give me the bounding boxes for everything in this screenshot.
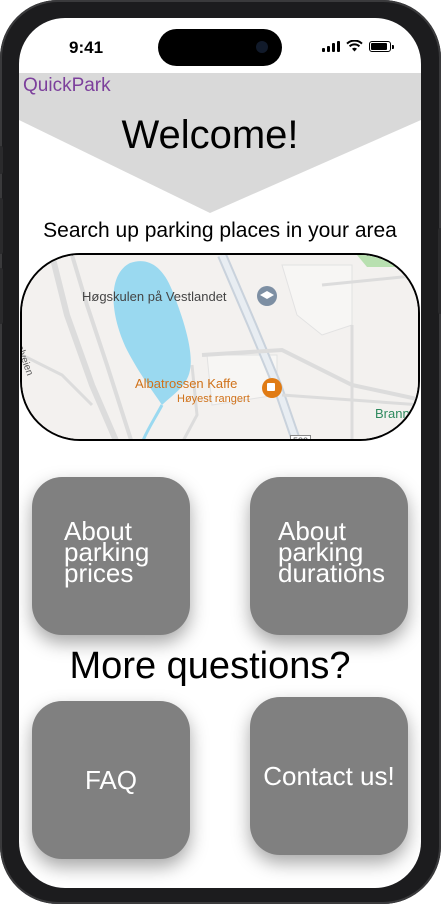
app-screen: 9:41 QuickPark Welcome! Search up parkin…	[19, 18, 421, 888]
map-label-cafe-rating: Høyest rangert	[177, 393, 250, 405]
about-parking-durations-button[interactable]: About parking durations	[250, 477, 408, 635]
about-parking-durations-label: About parking durations	[278, 516, 385, 588]
status-bar: 9:41	[19, 18, 421, 74]
battery-icon	[369, 41, 394, 52]
action-button	[0, 146, 3, 174]
map-label-cafe: Albatrossen Kaffe	[135, 376, 238, 391]
contact-us-label: Contact us!	[263, 760, 395, 791]
volume-down-button	[0, 268, 3, 324]
app-logo[interactable]: QuickPark	[23, 75, 111, 97]
map-label-road-number: 582	[290, 435, 312, 439]
wifi-icon	[346, 40, 363, 52]
cellular-signal-icon	[322, 41, 340, 52]
header: QuickPark Welcome!	[19, 73, 421, 213]
phone-frame: 9:41 QuickPark Welcome! Search up parkin…	[0, 0, 441, 904]
dynamic-island	[158, 29, 282, 66]
page-title: Welcome!	[121, 113, 299, 157]
map-label-college: Høgskulen på Vestlandet	[82, 289, 227, 304]
faq-button[interactable]: FAQ	[32, 701, 190, 859]
status-icons	[322, 40, 394, 52]
status-time: 9:41	[69, 38, 104, 57]
contact-us-button[interactable]: Contact us!	[250, 697, 408, 855]
map-subtitle: Search up parking places in your area	[43, 219, 397, 242]
map-graphics	[22, 255, 418, 439]
map-view[interactable]: Høgskulen på Vestlandet Albatrossen Kaff…	[20, 253, 420, 441]
about-parking-prices-label: About parking prices	[64, 516, 150, 588]
more-questions-heading: More questions?	[69, 645, 351, 687]
faq-label: FAQ	[84, 764, 137, 795]
map-label-right: Brann	[375, 406, 410, 421]
volume-up-button	[0, 198, 3, 254]
about-parking-prices-button[interactable]: About parking prices	[32, 477, 190, 635]
front-camera	[256, 41, 268, 53]
